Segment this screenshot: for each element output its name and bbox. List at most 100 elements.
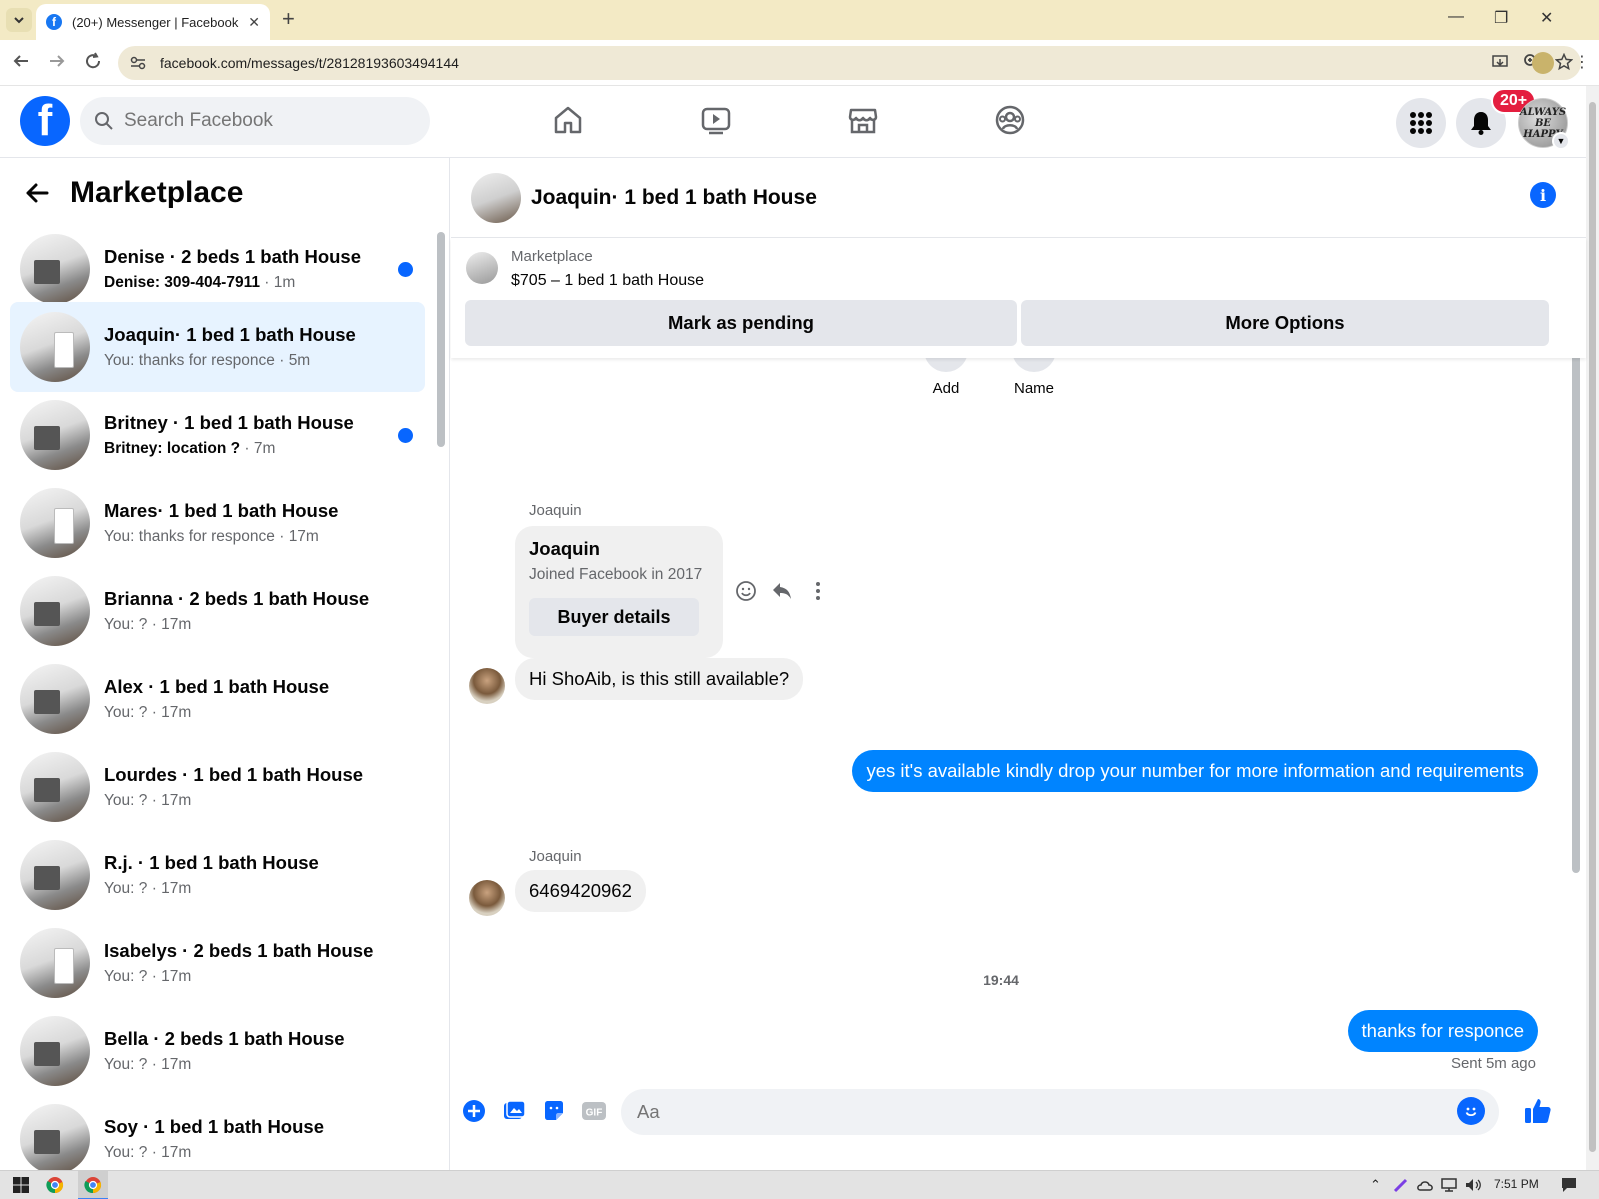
conversation-item[interactable]: Bella · 2 beds 1 bath House You: ? · 17m	[10, 1006, 425, 1096]
conversation-item[interactable]: R.j. · 1 bed 1 bath House You: ? · 17m	[10, 830, 425, 920]
add-icon	[924, 358, 968, 372]
plus-icon[interactable]	[461, 1098, 487, 1124]
close-window-button[interactable]: ✕	[1540, 8, 1553, 28]
sticker-icon[interactable]	[541, 1098, 567, 1124]
chat-scrollbar[interactable]	[1572, 348, 1580, 873]
notification-center-icon[interactable]	[1560, 1176, 1578, 1194]
conversation-item[interactable]: Britney · 1 bed 1 bath House Britney: lo…	[10, 390, 425, 480]
listing-price[interactable]: $705 – 1 bed 1 bath House	[511, 272, 704, 290]
marketplace-nav-button[interactable]	[843, 100, 883, 140]
search-bar[interactable]	[80, 97, 430, 145]
volume-icon[interactable]	[1464, 1176, 1482, 1194]
buyer-details-button[interactable]: Buyer details	[529, 598, 699, 636]
conversation-preview: Britney: location ?	[104, 440, 241, 457]
conversation-name: Isabelys · 2 beds 1 bath House	[104, 940, 374, 961]
back-button[interactable]	[12, 52, 30, 70]
reply-icon[interactable]	[771, 580, 793, 602]
conversation-time: 17m	[161, 704, 192, 721]
facebook-icon: f	[46, 14, 62, 30]
restore-button[interactable]: ❐	[1494, 8, 1508, 28]
edit-name-icon	[1012, 358, 1056, 372]
network-icon[interactable]	[1440, 1176, 1458, 1194]
tab-search-button[interactable]	[6, 8, 32, 32]
photo-icon[interactable]	[501, 1098, 527, 1124]
windows-start-icon[interactable]	[12, 1176, 30, 1194]
page-scrollbar[interactable]	[1586, 86, 1599, 1170]
outgoing-message[interactable]: yes it's available kindly drop your numb…	[852, 750, 1538, 792]
clock[interactable]: 7:51 PM	[1494, 1177, 1539, 1191]
reload-button[interactable]	[84, 52, 102, 70]
conversation-time: 17m	[161, 968, 192, 985]
chat-title[interactable]: Joaquin· 1 bed 1 bath House	[531, 186, 817, 210]
conversation-name: Alex · 1 bed 1 bath House	[104, 676, 330, 697]
chrome-icon[interactable]	[84, 1176, 102, 1194]
incoming-message[interactable]: 6469420962	[515, 870, 646, 912]
unread-dot	[398, 261, 413, 277]
video-nav-button[interactable]	[696, 100, 736, 140]
emoji-icon[interactable]	[1457, 1097, 1485, 1125]
minimize-button[interactable]: —	[1448, 8, 1464, 26]
close-tab-icon[interactable]: ✕	[248, 14, 260, 31]
quick-action-add[interactable]: Add	[924, 358, 968, 397]
windows-taskbar: ⌃ 7:51 PM	[0, 1170, 1599, 1199]
outgoing-message[interactable]: thanks for responce	[1347, 1010, 1538, 1052]
sender-avatar[interactable]	[469, 880, 505, 916]
conversation-item[interactable]: Alex · 1 bed 1 bath House You: ? · 17m	[10, 654, 425, 744]
conversation-name: Denise · 2 beds 1 bath House	[104, 246, 362, 267]
menu-button[interactable]	[1396, 98, 1446, 148]
search-input[interactable]	[124, 110, 414, 132]
reload-icon	[86, 52, 101, 69]
conversation-item[interactable]: Lourdes · 1 bed 1 bath House You: ? · 17…	[10, 742, 425, 832]
browser-menu-icon[interactable]: ⋮	[1574, 52, 1590, 72]
listing-avatar[interactable]	[471, 172, 521, 223]
onedrive-icon[interactable]	[1416, 1176, 1434, 1194]
react-emoji-icon[interactable]	[735, 580, 757, 602]
sender-avatar[interactable]	[469, 668, 505, 704]
chevron-down-icon[interactable]: ▼	[1552, 132, 1570, 150]
browser-tab[interactable]: f (20+) Messenger | Facebook ✕	[36, 4, 270, 40]
more-vertical-icon[interactable]	[807, 580, 829, 602]
conversation-item[interactable]: Brianna · 2 beds 1 bath House You: ? · 1…	[10, 566, 425, 656]
home-nav-button[interactable]	[548, 100, 588, 140]
home-icon	[554, 106, 582, 134]
pen-icon[interactable]	[1392, 1176, 1410, 1194]
listing-thumbnail	[20, 400, 90, 470]
quick-action-name[interactable]: Name	[1012, 358, 1056, 397]
site-settings-icon	[130, 56, 146, 70]
sender-name: Joaquin	[529, 502, 582, 519]
page-scrollbar-thumb[interactable]	[1589, 102, 1596, 1152]
grid-menu-icon	[1410, 112, 1432, 134]
bookmark-star-icon[interactable]	[1555, 53, 1573, 71]
sidebar-scrollbar[interactable]	[437, 232, 445, 447]
info-icon[interactable]: i	[1530, 182, 1556, 208]
message-input[interactable]	[621, 1089, 1499, 1135]
search-icon	[95, 112, 113, 130]
conversation-name: R.j. · 1 bed 1 bath House	[104, 852, 319, 873]
facebook-logo[interactable]: f	[20, 96, 70, 146]
conversation-preview: You: ?	[104, 880, 148, 897]
conversation-item[interactable]: Mares· 1 bed 1 bath House You: thanks fo…	[10, 478, 425, 568]
listing-thumbnail	[20, 840, 90, 910]
groups-nav-button[interactable]	[990, 100, 1030, 140]
conversation-item-active[interactable]: Joaquin· 1 bed 1 bath House You: thanks …	[10, 302, 425, 392]
conversation-item[interactable]: Denise · 2 beds 1 bath House Denise: 309…	[10, 224, 425, 314]
install-app-icon[interactable]	[1491, 53, 1509, 71]
listing-thumbnail	[20, 576, 90, 646]
address-bar-row: facebook.com/messages/t/2812819360349414…	[0, 40, 1599, 86]
more-options-button[interactable]: More Options	[1021, 300, 1549, 346]
new-tab-button[interactable]: +	[282, 8, 295, 30]
conversation-item[interactable]: Isabelys · 2 beds 1 bath House You: ? · …	[10, 918, 425, 1008]
browser-profile-icon[interactable]	[1532, 52, 1554, 74]
mark-as-pending-button[interactable]: Mark as pending	[465, 300, 1017, 346]
back-arrow-icon[interactable]	[24, 180, 50, 206]
forward-button[interactable]	[48, 52, 66, 70]
like-thumb-icon[interactable]	[1523, 1096, 1553, 1126]
incoming-message[interactable]: Hi ShoAib, is this still available?	[515, 658, 804, 700]
tab-title: (20+) Messenger | Facebook	[72, 14, 239, 30]
gif-icon[interactable]: GIF	[581, 1098, 607, 1124]
listing-thumbnail	[20, 752, 90, 822]
chrome-icon[interactable]	[46, 1176, 64, 1194]
conversation-item[interactable]: Soy · 1 bed 1 bath House You: ? · 17m	[10, 1094, 425, 1170]
tray-expand-icon[interactable]: ⌃	[1370, 1177, 1381, 1193]
omnibox[interactable]: facebook.com/messages/t/2812819360349414…	[118, 46, 1581, 80]
